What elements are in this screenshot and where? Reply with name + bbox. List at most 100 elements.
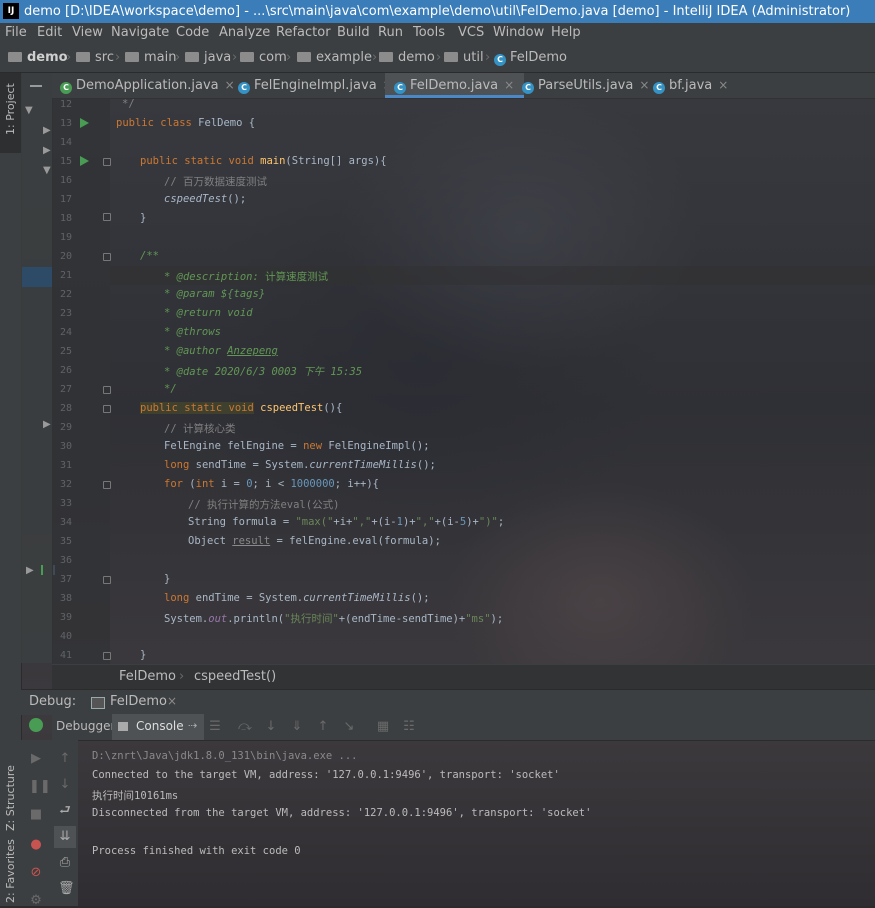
resume-icon[interactable]: ▶ [29,752,43,766]
tab-bf[interactable]: Cbf.java × [653,73,733,98]
crumb-main[interactable]: main [125,50,176,65]
project-tool-label: 1: Project [4,83,17,135]
code-line: public static void main(String[] args){ [140,155,387,167]
tab-console[interactable]: Console [136,719,184,733]
close-icon[interactable]: × [718,78,728,92]
tab-feldemo[interactable]: C FelDemo.java × [385,73,524,98]
console-line: 执行时间10161ms [92,790,179,802]
code-line: * @param ${tags} [164,288,266,300]
menu-window[interactable]: Window [493,25,544,40]
crumb-com[interactable]: com [240,50,287,65]
force-step-into-icon[interactable]: ⇓ [290,720,304,734]
step-out-icon[interactable]: ↑ [316,720,330,734]
code-line: /** [140,250,159,262]
line-number: 13 [59,118,72,129]
crumb-src[interactable]: src [76,50,114,65]
menu-view[interactable]: View [72,25,103,40]
selected-tree-row[interactable] [22,267,52,287]
code-line: } [164,573,171,585]
expand-arrow-icon[interactable]: ▶ [43,145,51,156]
menu-refactor[interactable]: Refactor [276,25,331,40]
line-number: 28 [59,403,72,414]
line-number: 22 [59,289,72,300]
folder-icon [76,52,90,62]
close-icon[interactable]: × [504,78,514,92]
line-number: 34 [59,517,72,528]
console-output[interactable] [52,740,875,906]
menu-navigate[interactable]: Navigate [111,25,169,40]
line-number: 38 [59,593,72,604]
trace-icon[interactable]: ☷ [402,720,416,734]
evaluate-icon[interactable]: ▦ [376,720,390,734]
tab-felengineimpl[interactable]: CFelEngineImpl.java× [238,73,393,98]
code-line: */ [164,383,177,395]
tab-parseutils[interactable]: C ParseUtils.java × [522,73,649,98]
class-icon: C [238,82,250,94]
class-icon: C [394,82,406,94]
run-class-icon[interactable] [80,118,89,128]
close-icon[interactable]: × [225,78,235,92]
structure-tool-label[interactable]: Z: Structure [4,765,17,831]
console-line: Connected to the target VM, address: '12… [92,769,560,781]
menu-edit[interactable]: Edit [37,25,62,40]
tab-demoapplication[interactable]: C DemoApplication.java × [60,73,235,98]
minimize-icon[interactable] [30,85,42,87]
code-line: System.out.println("执行时间"+(endTime-sendT… [164,613,504,625]
project-panel: ▼ ▶ ▶ ▼ ▶ ▶ [21,73,55,663]
code-line: for (int i = 0; i < 1000000; i++){ [164,478,379,490]
chevron-right-icon: › [232,50,238,65]
crumb-example[interactable]: example [297,50,372,65]
menu-build[interactable]: Build [337,25,370,40]
line-number: 35 [59,536,72,547]
debug-side-toolbar: ▶ ❚❚ ■ ● ⊘ ⚙ [21,718,53,908]
view-breakpoints-icon[interactable]: ● [29,838,43,852]
line-number: 15 [59,156,72,167]
step-into-icon[interactable]: ↓ [264,720,278,734]
crumb-feldemo[interactable]: C FelDemo [494,50,567,66]
favorites-tool-label[interactable]: 2: Favorites [4,839,17,903]
crumb-demo-project[interactable]: demo [8,50,68,65]
expand-arrow-icon[interactable]: ▶ [26,565,34,576]
crumb-demo-package[interactable]: demo [379,50,435,65]
line-number: 23 [59,308,72,319]
run-to-cursor-icon[interactable]: ↘ [342,720,356,734]
debug-toolbar: Debugger Console ⇢ ☰ ⤼ ↓ ⇓ ↑ ↘ ▦ ☷ [52,714,875,741]
crumb-method[interactable]: cspeedTest() [194,669,276,684]
crumb-class[interactable]: FelDemo [119,669,176,684]
expand-arrow-icon[interactable]: ▼ [25,105,33,116]
close-icon[interactable]: × [167,694,177,708]
code-line: */ [122,98,135,110]
pause-icon[interactable]: ❚❚ [29,780,51,794]
expand-arrow-icon[interactable]: ▶ [43,419,51,430]
menu-vcs[interactable]: VCS [458,25,484,40]
run-main-icon[interactable] [80,156,89,166]
chevron-right-icon: › [179,669,185,684]
code-line: long sendTime = System.currentTimeMillis… [164,459,436,471]
console-line: Disconnected from the target VM, address… [92,807,592,819]
step-over-icon[interactable]: ⤼ [238,720,252,734]
crumb-java[interactable]: java [185,50,231,65]
code-line: } [140,649,147,661]
menu-help[interactable]: Help [551,25,581,40]
line-number: 36 [59,555,72,566]
menu-run[interactable]: Run [378,25,403,40]
crumb-util[interactable]: util [444,50,484,65]
project-tool-button[interactable]: 1: Project [0,73,21,153]
expand-arrow-icon[interactable]: ▼ [43,165,51,176]
menu-analyze[interactable]: Analyze [219,25,270,40]
line-number: 31 [59,460,72,471]
folder-icon [297,52,311,62]
debug-session-tab[interactable]: FelDemo [110,694,167,709]
menu-lines-icon[interactable]: ☰ [208,720,222,734]
mute-breakpoints-icon[interactable]: ⊘ [29,866,43,880]
menu-tools[interactable]: Tools [413,25,445,40]
console-arrow-icon: ⇢ [188,719,198,732]
menu-file[interactable]: File [5,25,27,40]
stop-icon[interactable]: ■ [29,808,43,822]
folder-icon [185,52,199,62]
menu-code[interactable]: Code [176,25,209,40]
code-line: // 百万数据速度测试 [164,176,267,188]
tab-debugger[interactable]: Debugger [56,719,115,733]
expand-arrow-icon[interactable]: ▶ [43,125,51,136]
close-icon[interactable]: × [639,78,649,92]
